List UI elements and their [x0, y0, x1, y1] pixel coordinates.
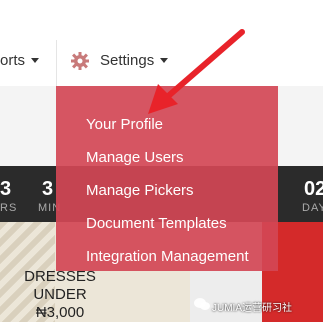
- nav-divider: [56, 40, 57, 86]
- countdown-hours-label: RS: [0, 202, 18, 214]
- countdown-days: 02: [304, 178, 323, 200]
- chat-bubble-icon: [194, 298, 210, 310]
- gear-icon: [71, 52, 89, 70]
- menu-item-your-profile[interactable]: Your Profile: [86, 116, 163, 133]
- menu-item-manage-users[interactable]: Manage Users: [86, 149, 184, 166]
- menu-item-integration-management[interactable]: Integration Management: [86, 248, 249, 265]
- nav-settings[interactable]: Settings: [100, 52, 169, 69]
- countdown-hours: 3: [0, 178, 12, 200]
- nav-reports-label: orts: [0, 52, 26, 69]
- nav-reports[interactable]: orts: [0, 52, 40, 69]
- nav-settings-label: Settings: [100, 52, 155, 69]
- menu-item-document-templates[interactable]: Document Templates: [86, 215, 227, 232]
- settings-dropdown: Your Profile Manage Users Manage Pickers…: [56, 86, 278, 271]
- banner-caption: DRESSES UNDER ₦3,000: [20, 268, 100, 322]
- banner-price: ₦3,000: [35, 304, 85, 321]
- chevron-down-icon: [31, 58, 40, 63]
- countdown-minutes: 3: [42, 178, 54, 200]
- countdown-days-label: DAY: [302, 202, 323, 214]
- chevron-down-icon: [160, 58, 169, 63]
- top-nav: orts Settings: [0, 0, 323, 86]
- banner-line2: UNDER: [33, 286, 87, 303]
- watermark-text: JUMIA运营研习社: [212, 303, 292, 314]
- menu-item-manage-pickers[interactable]: Manage Pickers: [86, 182, 194, 199]
